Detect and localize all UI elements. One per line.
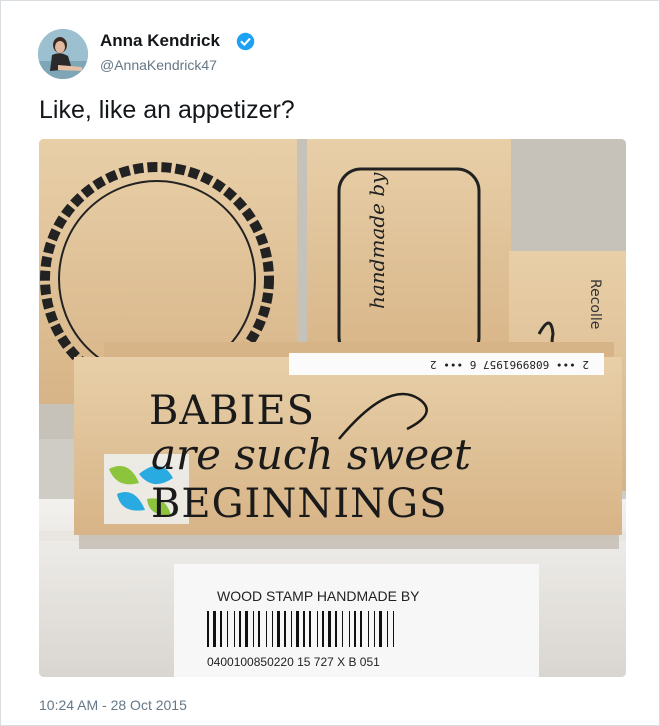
author-avatar[interactable] xyxy=(38,29,88,79)
tweet-photo[interactable]: handmade by Recolle 2 ••• 6089961957 6 •… xyxy=(39,139,626,677)
author-handle[interactable]: @AnnaKendrick47 xyxy=(100,57,217,73)
tweet-card: Anna Kendrick @AnnaKendrick47 Like, like… xyxy=(0,0,660,726)
sticker-code: 2 ••• 6089961957 6 ••• 2 xyxy=(430,358,589,371)
label-title: WOOD STAMP HANDMADE BY xyxy=(217,588,420,604)
tweet-text: Like, like an appetizer? xyxy=(39,96,295,124)
stamp-line-2: are such sweet xyxy=(151,430,471,479)
back-center-stamp: handmade by xyxy=(307,139,511,369)
avatar-image xyxy=(38,29,88,79)
verified-badge-icon xyxy=(236,32,255,51)
stamp-line-1: BABIES xyxy=(149,388,315,434)
label-number: 0400100850220 15 727 X B 051 xyxy=(207,655,380,669)
back-stamp-text: handmade by xyxy=(365,172,389,309)
price-label: WOOD STAMP HANDMADE BY 0400100850220 15 … xyxy=(174,564,539,677)
stamp-line-3: BEGINNINGS xyxy=(151,481,448,527)
author-display-name[interactable]: Anna Kendrick xyxy=(100,31,220,51)
front-stamp: 2 ••• 6089961957 6 ••• 2 BABIES are such… xyxy=(74,342,622,535)
tweet-timestamp[interactable]: 10:24 AM - 28 Oct 2015 xyxy=(39,697,187,713)
right-stamp-text: Recolle xyxy=(587,279,603,329)
stamps-photo: handmade by Recolle 2 ••• 6089961957 6 •… xyxy=(39,139,626,677)
